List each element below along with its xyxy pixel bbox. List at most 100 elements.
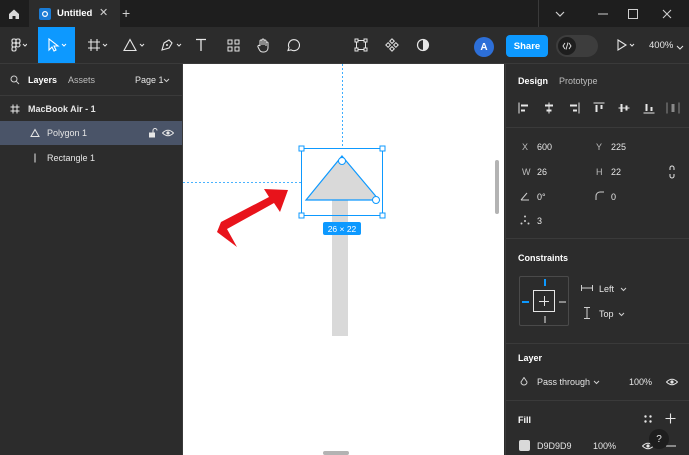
avatar[interactable]: A bbox=[474, 37, 494, 57]
height-input[interactable]: 22 bbox=[611, 167, 621, 177]
horizontal-constraint-icon bbox=[581, 285, 593, 291]
resize-handle[interactable] bbox=[379, 212, 386, 219]
chevron-down-icon[interactable] bbox=[593, 380, 600, 385]
maximize-icon[interactable] bbox=[618, 0, 648, 27]
constraint-top-indicator[interactable] bbox=[544, 279, 546, 286]
horizontal-constraint-select[interactable]: Left bbox=[599, 284, 614, 294]
align-horizontal-center-icon[interactable] bbox=[543, 102, 555, 114]
point-count-icon bbox=[520, 215, 530, 225]
zoom-level[interactable]: 400% bbox=[649, 40, 673, 51]
resources-icon[interactable] bbox=[222, 27, 244, 63]
page-selector[interactable]: Page 1 bbox=[135, 75, 164, 85]
x-label: X bbox=[522, 142, 529, 152]
rotation-icon bbox=[520, 192, 529, 201]
x-input[interactable]: 600 bbox=[537, 142, 552, 152]
alignment-section bbox=[506, 92, 689, 128]
canvas[interactable]: 26 × 22 bbox=[183, 64, 504, 455]
component-icon[interactable] bbox=[381, 27, 403, 63]
chevron-down-icon[interactable] bbox=[618, 312, 625, 317]
dev-mode-toggle[interactable] bbox=[556, 35, 598, 57]
align-right-icon[interactable] bbox=[568, 102, 580, 114]
titlebar-divider bbox=[538, 0, 539, 27]
close-window-icon[interactable] bbox=[652, 0, 682, 27]
style-grid-icon[interactable] bbox=[643, 414, 653, 424]
layer-title: Layer bbox=[518, 353, 543, 363]
tab-design[interactable]: Design bbox=[518, 76, 548, 86]
vertical-scrollbar[interactable] bbox=[495, 160, 499, 214]
corner-radius-icon bbox=[595, 191, 604, 200]
vertical-constraint-icon bbox=[584, 307, 590, 319]
point-count-input[interactable]: 3 bbox=[537, 216, 542, 226]
move-tool-icon[interactable] bbox=[38, 27, 75, 63]
tab-layers[interactable]: Layers bbox=[28, 75, 57, 85]
horizontal-scrollbar[interactable] bbox=[323, 451, 349, 455]
blend-mode-select[interactable]: Pass through bbox=[537, 377, 590, 387]
fill-color-swatch[interactable] bbox=[519, 440, 530, 451]
minimize-icon[interactable] bbox=[588, 0, 618, 27]
layer-label: MacBook Air - 1 bbox=[28, 104, 96, 114]
constraint-right-indicator[interactable] bbox=[559, 301, 566, 303]
pen-tool-icon[interactable] bbox=[156, 27, 188, 63]
fill-hex-input[interactable]: D9D9D9 bbox=[537, 441, 572, 451]
share-button[interactable]: Share bbox=[506, 35, 548, 57]
resize-handle[interactable] bbox=[379, 145, 386, 152]
file-tab[interactable]: Untitled ✕ bbox=[29, 0, 120, 27]
constrain-proportions-icon[interactable] bbox=[668, 165, 676, 179]
eye-icon[interactable] bbox=[162, 129, 174, 137]
search-icon[interactable] bbox=[10, 75, 20, 85]
y-input[interactable]: 225 bbox=[611, 142, 626, 152]
page-chevron-icon[interactable] bbox=[163, 78, 170, 83]
fill-title: Fill bbox=[518, 415, 531, 425]
home-icon[interactable] bbox=[0, 0, 27, 27]
align-bottom-icon[interactable] bbox=[643, 102, 655, 114]
fill-opacity-input[interactable]: 100% bbox=[593, 441, 616, 451]
vertical-constraint-select[interactable]: Top bbox=[599, 309, 614, 319]
corner-radius-input[interactable]: 0 bbox=[611, 192, 616, 202]
close-tab-icon[interactable]: ✕ bbox=[99, 8, 108, 19]
layer-section: Layer Pass through 100% bbox=[506, 344, 689, 401]
layer-label: Polygon 1 bbox=[47, 128, 88, 138]
resize-handle[interactable] bbox=[298, 145, 305, 152]
crop-icon[interactable] bbox=[350, 27, 372, 63]
align-vertical-center-icon[interactable] bbox=[618, 102, 630, 114]
hand-tool-icon[interactable] bbox=[252, 27, 274, 63]
zoom-chevron-icon[interactable] bbox=[676, 45, 684, 51]
layer-item-frame[interactable]: MacBook Air - 1 bbox=[0, 97, 182, 121]
frame-tool-icon[interactable] bbox=[80, 27, 116, 63]
design-panel: Design Prototype X 600 Y 225 W 26 H 22 0… bbox=[505, 64, 689, 455]
polygon-count-handle[interactable] bbox=[338, 157, 346, 165]
shape-tool-icon[interactable] bbox=[117, 27, 153, 63]
main-menu-icon[interactable] bbox=[2, 27, 36, 63]
align-left-icon[interactable] bbox=[518, 102, 530, 114]
new-tab-button[interactable]: + bbox=[122, 6, 130, 20]
text-tool-icon[interactable] bbox=[190, 27, 212, 63]
width-input[interactable]: 26 bbox=[537, 167, 547, 177]
comment-icon[interactable] bbox=[282, 27, 304, 63]
layer-opacity-input[interactable]: 100% bbox=[629, 377, 652, 387]
chevron-down-icon[interactable] bbox=[545, 0, 575, 27]
add-fill-icon[interactable] bbox=[665, 413, 676, 424]
constraint-left-indicator[interactable] bbox=[522, 301, 529, 303]
w-label: W bbox=[522, 167, 531, 177]
constraint-bottom-indicator[interactable] bbox=[544, 316, 546, 323]
remove-fill-icon[interactable] bbox=[666, 445, 676, 447]
chevron-down-icon[interactable] bbox=[620, 287, 627, 292]
layer-item-rectangle[interactable]: Rectangle 1 bbox=[0, 146, 182, 170]
tab-assets[interactable]: Assets bbox=[68, 75, 95, 85]
play-icon[interactable] bbox=[612, 27, 640, 63]
fill-section: Fill D9D9D9 100% ? bbox=[506, 401, 689, 455]
mask-icon[interactable] bbox=[412, 27, 434, 63]
layer-item-polygon[interactable]: Polygon 1 bbox=[0, 121, 182, 145]
unlock-icon[interactable] bbox=[148, 128, 158, 138]
rectangle-icon bbox=[34, 153, 36, 163]
eye-icon[interactable] bbox=[666, 378, 678, 386]
corner-radius-handle[interactable] bbox=[372, 196, 380, 204]
resize-handle[interactable] bbox=[298, 212, 305, 219]
distribute-icon[interactable] bbox=[666, 102, 680, 114]
rotation-input[interactable]: 0° bbox=[537, 192, 546, 202]
tab-prototype[interactable]: Prototype bbox=[559, 76, 598, 86]
constraints-widget[interactable] bbox=[519, 276, 569, 326]
help-button[interactable]: ? bbox=[649, 429, 669, 449]
align-top-icon[interactable] bbox=[593, 102, 605, 114]
layers-panel-tabs: Layers Assets Page 1 bbox=[0, 64, 183, 96]
